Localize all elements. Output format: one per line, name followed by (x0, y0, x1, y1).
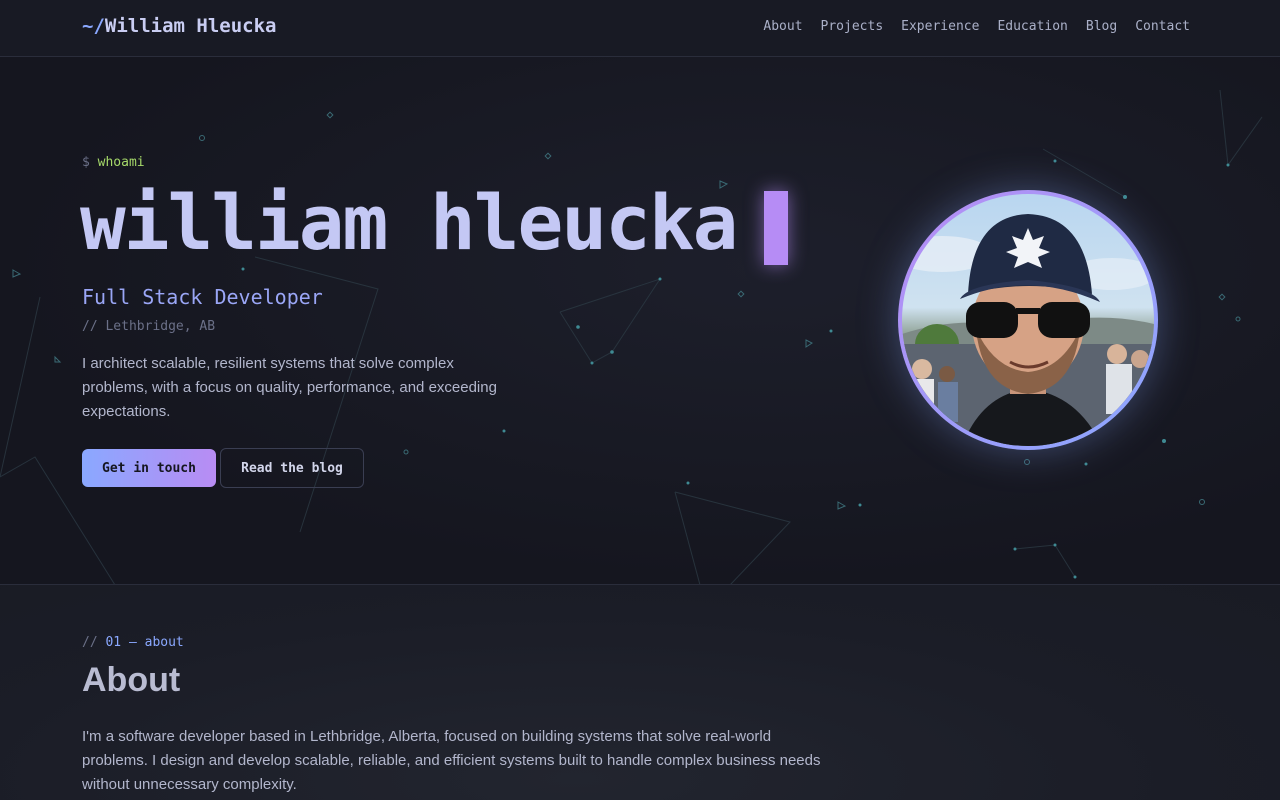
nav-link-contact[interactable]: Contact (1135, 19, 1190, 34)
nav-link-experience[interactable]: Experience (901, 19, 979, 34)
section-tag: // 01 — about (82, 635, 184, 650)
hero-location: // Lethbridge, AB (82, 319, 216, 334)
hero-intro: I architect scalable, resilient systems … (82, 355, 497, 420)
brand-name: William Hleucka (104, 15, 277, 37)
avatar-frame (898, 190, 1158, 450)
profile-photo-icon (902, 214, 1154, 446)
brand-prefix: ~/ (82, 15, 105, 37)
get-in-touch-button[interactable]: Get in touch (82, 449, 216, 487)
section-tag-label: 01 — about (105, 635, 184, 650)
hero-name: william hleucka (80, 178, 738, 267)
top-nav: ~/William Hleucka About Projects Experie… (0, 0, 1280, 57)
brand-logo[interactable]: ~/William Hleucka (82, 15, 276, 37)
nav-link-about[interactable]: About (763, 19, 802, 34)
about-section: // 01 — about About I'm a software devel… (0, 585, 1280, 800)
about-title: About (82, 661, 181, 699)
prompt-symbol: $ (82, 155, 90, 170)
avatar (902, 194, 1154, 446)
terminal-prompt: $ whoami (82, 155, 145, 170)
nav-link-education[interactable]: Education (997, 19, 1067, 34)
hero-role: Full Stack Developer (82, 285, 323, 309)
blinking-cursor (764, 191, 788, 265)
nav-links: About Projects Experience Education Blog… (763, 19, 1190, 34)
about-text: I'm a software developer based in Lethbr… (82, 728, 821, 793)
hero-section: $ whoami william hleucka Full Stack Deve… (0, 57, 1280, 585)
nav-link-projects[interactable]: Projects (821, 19, 884, 34)
prompt-command: whoami (97, 155, 145, 170)
read-blog-button[interactable]: Read the blog (220, 448, 364, 488)
section-tag-slashes: // (82, 635, 98, 650)
nav-link-blog[interactable]: Blog (1086, 19, 1117, 34)
